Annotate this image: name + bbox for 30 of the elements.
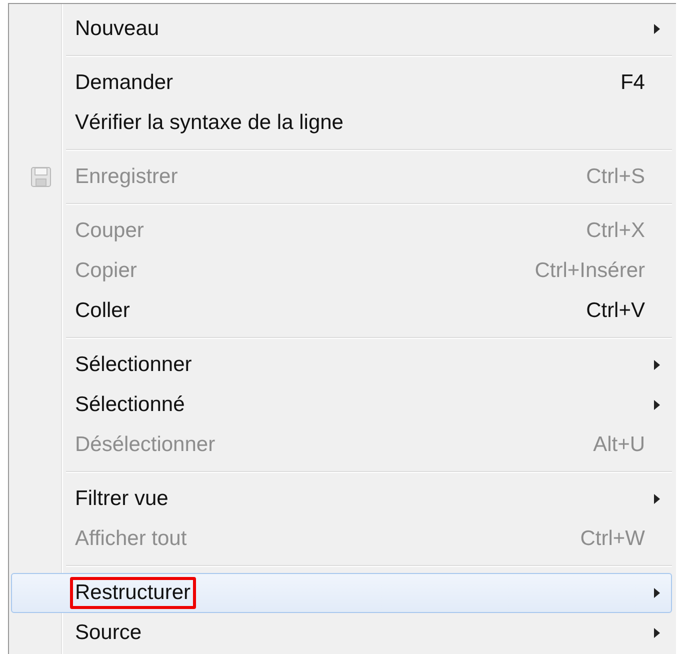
shortcut-text: Ctrl+V xyxy=(586,299,645,323)
menu-item-label: Coller xyxy=(74,298,131,324)
menu-item-label: Sélectionné xyxy=(74,392,186,418)
menu-item-label: Source xyxy=(74,620,143,646)
menu-item-label: Copier xyxy=(74,258,138,284)
shortcut-text: Ctrl+S xyxy=(586,165,645,189)
menu-item[interactable]: Source xyxy=(11,613,672,653)
shortcut-text: Ctrl+W xyxy=(580,527,645,551)
menu-item-label: Sélectionner xyxy=(74,352,193,378)
menu-item[interactable]: Coller Ctrl+V xyxy=(11,291,672,331)
menu-item-label: Restructurer xyxy=(70,577,196,609)
menu-item-label: Vérifier la syntaxe de la ligne xyxy=(74,110,344,136)
menu-item[interactable]: Sélectionner xyxy=(11,345,672,385)
shortcut-text: F4 xyxy=(620,71,645,95)
menu-item[interactable]: Demander F4 xyxy=(11,63,672,103)
menu-item[interactable]: Vérifier la syntaxe de la ligne xyxy=(11,103,672,143)
menu-item-label: Désélectionner xyxy=(74,432,216,458)
menu-item[interactable]: Nouveau xyxy=(11,9,672,49)
shortcut-text: Ctrl+Insérer xyxy=(534,259,645,283)
menu-item-label: Couper xyxy=(74,218,145,244)
menu-item[interactable]: Sélectionné xyxy=(11,385,672,425)
menu-item[interactable]: Restructurer xyxy=(11,573,672,613)
menu-item-label: Enregistrer xyxy=(74,164,179,190)
menu-item-label: Nouveau xyxy=(74,16,160,42)
menu-item-label: Demander xyxy=(74,70,174,96)
shortcut-text: Alt+U xyxy=(593,433,645,457)
menu-item-label: Filtrer vue xyxy=(74,486,170,512)
menu-item-label: Afficher tout xyxy=(74,526,188,552)
menu-item[interactable]: Filtrer vue xyxy=(11,479,672,519)
shortcut-text: Ctrl+X xyxy=(586,219,645,243)
